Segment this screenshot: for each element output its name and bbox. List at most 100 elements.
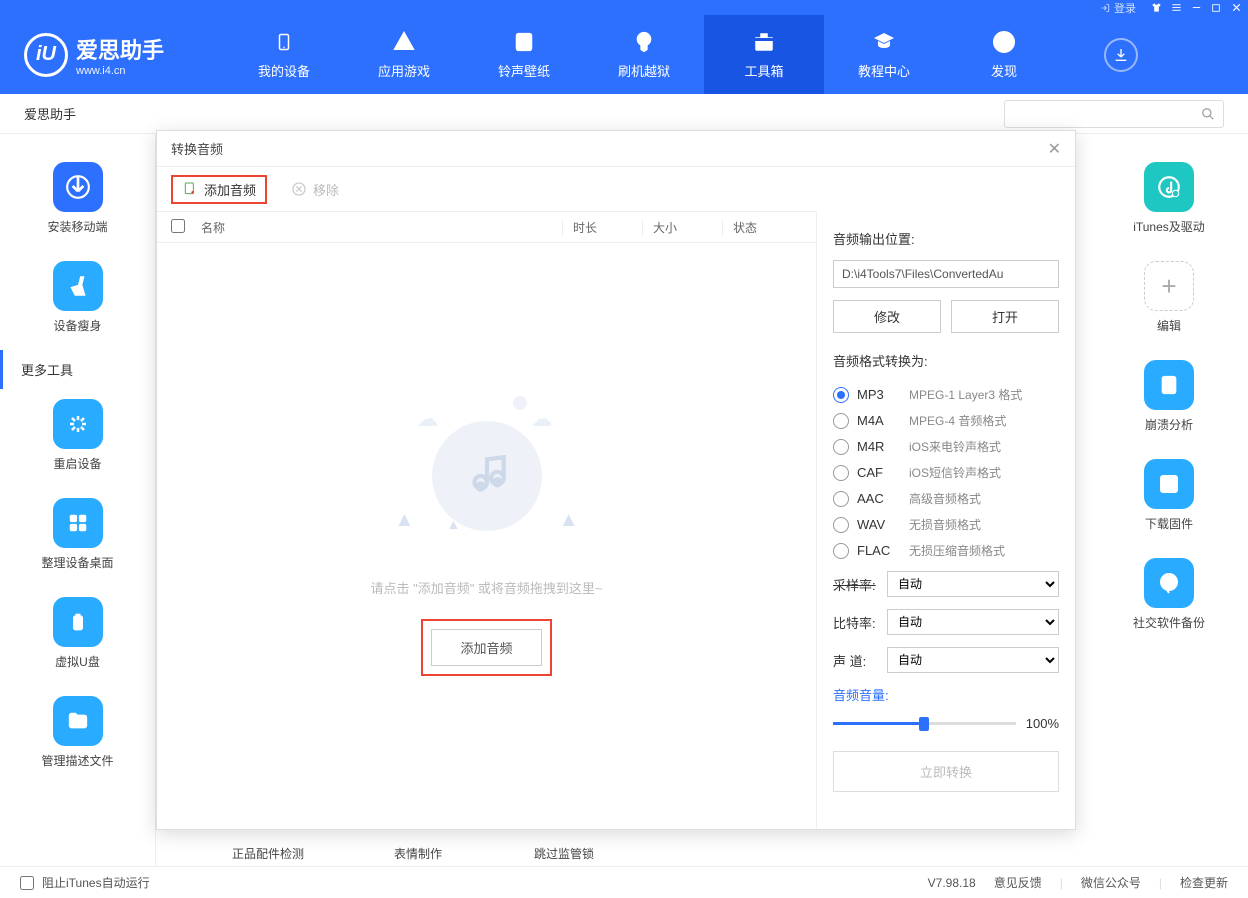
tool-edit[interactable]: + 编辑: [1114, 251, 1224, 350]
list-header: 名称 时长 大小 状态: [157, 211, 816, 243]
broom-icon: [53, 261, 103, 311]
update-link[interactable]: 检查更新: [1180, 874, 1228, 891]
empty-illustration: ☁☁ ▲▲▲: [387, 396, 587, 556]
format-m4a[interactable]: M4AMPEG-4 音频格式: [833, 412, 1059, 429]
sample-rate-select[interactable]: 自动: [887, 571, 1059, 597]
format-flac[interactable]: FLAC无损压缩音频格式: [833, 542, 1059, 559]
empty-state: ☁☁ ▲▲▲ 请点击 "添加音频" 或将音频拖拽到这里~ 添加音频: [157, 243, 816, 829]
output-path-input[interactable]: [833, 260, 1059, 288]
empty-text: 请点击 "添加音频" 或将音频拖拽到这里~: [370, 578, 602, 597]
bg-label-emoji[interactable]: 表情制作: [394, 845, 442, 862]
bg-label-accessory[interactable]: 正品配件检测: [232, 845, 304, 862]
menu-icon[interactable]: [1168, 1, 1184, 15]
tool-social-backup[interactable]: 社交软件备份: [1114, 548, 1224, 647]
channel-row: 声 道: 自动: [833, 647, 1059, 673]
close-icon[interactable]: [1228, 1, 1244, 15]
bg-label-supervise[interactable]: 跳过监管锁: [534, 845, 594, 862]
chat-icon: [1144, 558, 1194, 608]
settings-pane: 音频输出位置: 修改 打开 音频格式转换为: MP3MPEG-1 Layer3 …: [817, 211, 1075, 829]
nav-discover[interactable]: 发现: [944, 15, 1064, 94]
phone-icon: [271, 29, 297, 55]
sidebar-item-profiles[interactable]: 管理描述文件: [0, 686, 155, 785]
nav-flash[interactable]: 刷机越狱: [584, 15, 704, 94]
login-link[interactable]: 登录: [1100, 0, 1136, 16]
sidebar-item-slim[interactable]: 设备瘦身: [0, 251, 155, 350]
nav-tutorials[interactable]: 教程中心: [824, 15, 944, 94]
sidebar: 安装移动端 设备瘦身 更多工具 重启设备 整理设备桌面 虚拟U盘 管理描述文件: [0, 134, 156, 866]
appstore-icon: [391, 29, 417, 55]
search-icon: [1201, 107, 1215, 121]
app-header: iU 爱思助手 www.i4.cn 我的设备 应用游戏 铃声壁纸 刷机越狱 工具…: [0, 15, 1248, 94]
feedback-link[interactable]: 意见反馈: [994, 874, 1042, 891]
add-audio-highlight: 添加音频: [421, 619, 551, 676]
sidebar-section-more: 更多工具: [0, 350, 155, 389]
format-wav[interactable]: WAV无损音频格式: [833, 516, 1059, 533]
sidebar-item-udisk[interactable]: 虚拟U盘: [0, 587, 155, 686]
open-button[interactable]: 打开: [951, 300, 1059, 333]
nav-my-device[interactable]: 我的设备: [224, 15, 344, 94]
logo-icon: iU: [24, 33, 68, 77]
sidebar-item-install[interactable]: 安装移动端: [0, 152, 155, 251]
music-note-icon: [462, 451, 512, 501]
battery-icon: [53, 597, 103, 647]
select-all-checkbox[interactable]: [171, 219, 185, 233]
sample-rate-row: 采样率: 自动: [833, 571, 1059, 597]
format-aac[interactable]: AAC高级音频格式: [833, 490, 1059, 507]
format-mp3[interactable]: MP3MPEG-1 Layer3 格式: [833, 386, 1059, 403]
gear-folder-icon: [53, 696, 103, 746]
tshirt-icon[interactable]: [1148, 1, 1164, 15]
download-box-icon: [1144, 459, 1194, 509]
col-duration[interactable]: 时长: [562, 219, 642, 236]
tool-itunes[interactable]: iTunes及驱动: [1114, 152, 1224, 251]
format-caf[interactable]: CAFiOS短信铃声格式: [833, 464, 1059, 481]
plus-icon: +: [1144, 261, 1194, 311]
convert-button[interactable]: 立即转换: [833, 751, 1059, 792]
bitrate-select[interactable]: 自动: [887, 609, 1059, 635]
nav-apps[interactable]: 应用游戏: [344, 15, 464, 94]
volume-slider[interactable]: 100%: [833, 716, 1059, 731]
tool-firmware[interactable]: 下载固件: [1114, 449, 1224, 548]
logo[interactable]: iU 爱思助手 www.i4.cn: [24, 33, 224, 77]
modal-titlebar: 转换音频 ✕: [157, 131, 1075, 167]
nav-ringtones[interactable]: 铃声壁纸: [464, 15, 584, 94]
wechat-link[interactable]: 微信公众号: [1081, 874, 1141, 891]
remove-button[interactable]: 移除: [281, 176, 349, 203]
sidebar-item-organize[interactable]: 整理设备桌面: [0, 488, 155, 587]
grid-icon: [53, 498, 103, 548]
logo-title: 爱思助手: [76, 33, 164, 65]
maximize-icon[interactable]: [1208, 1, 1224, 15]
status-bar: 阻止iTunes自动运行 V7.98.18 意见反馈 | 微信公众号 | 检查更…: [0, 866, 1248, 898]
minimize-icon[interactable]: [1188, 1, 1204, 15]
toolbox-icon: [751, 29, 777, 55]
sub-toolbar: 爱思助手: [0, 94, 1248, 134]
tool-crash[interactable]: 崩溃分析: [1114, 350, 1224, 449]
col-size[interactable]: 大小: [642, 219, 722, 236]
volume-value: 100%: [1026, 716, 1059, 731]
format-m4r[interactable]: M4RiOS来电铃声格式: [833, 438, 1059, 455]
loading-icon: [53, 399, 103, 449]
col-name[interactable]: 名称: [201, 219, 562, 236]
search-input[interactable]: [1004, 100, 1224, 128]
download-button[interactable]: [1104, 38, 1138, 72]
output-location-label: 音频输出位置:: [833, 229, 1059, 248]
main-nav: 我的设备 应用游戏 铃声壁纸 刷机越狱 工具箱 教程中心 发现: [224, 15, 1064, 94]
graduation-icon: [871, 29, 897, 55]
modal-close-button[interactable]: ✕: [1048, 139, 1061, 159]
remove-icon: [291, 181, 307, 197]
channel-select[interactable]: 自动: [887, 647, 1059, 673]
itunes-icon: [1144, 162, 1194, 212]
report-icon: [1144, 360, 1194, 410]
nav-toolbox[interactable]: 工具箱: [704, 15, 824, 94]
download-icon: [1113, 47, 1129, 63]
breadcrumb: 爱思助手: [24, 104, 76, 123]
sidebar-item-reboot[interactable]: 重启设备: [0, 389, 155, 488]
modify-button[interactable]: 修改: [833, 300, 941, 333]
add-audio-center-button[interactable]: 添加音频: [431, 629, 541, 666]
block-itunes-checkbox[interactable]: [20, 876, 34, 890]
block-itunes-label[interactable]: 阻止iTunes自动运行: [42, 874, 150, 891]
key-icon: [631, 29, 657, 55]
add-audio-button[interactable]: 添加音频: [171, 175, 267, 204]
version-text: V7.98.18: [928, 876, 976, 890]
volume-label: 音频音量:: [833, 685, 1059, 704]
col-status[interactable]: 状态: [722, 219, 802, 236]
